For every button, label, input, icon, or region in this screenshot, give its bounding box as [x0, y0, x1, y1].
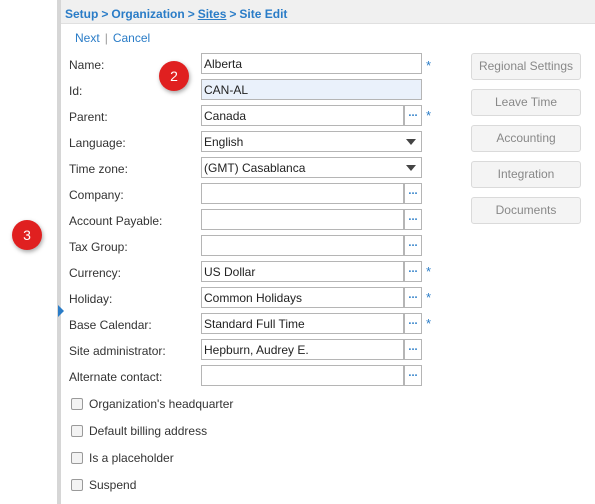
timezone-label: Time zone: — [69, 162, 128, 176]
suspend-checkbox[interactable] — [71, 479, 83, 491]
currency-lookup-button[interactable]: ... — [404, 261, 422, 282]
site-administrator-label: Site administrator: — [69, 344, 166, 358]
alternate-contact-lookup-button[interactable]: ... — [404, 365, 422, 386]
holiday-field[interactable]: Common Holidays — [201, 287, 404, 308]
placeholder-label: Is a placeholder — [89, 451, 174, 465]
breadcrumb-organization[interactable]: Organization — [111, 7, 184, 21]
language-select[interactable]: English — [201, 131, 422, 152]
chevron-down-icon — [406, 165, 416, 171]
company-lookup-button[interactable]: ... — [404, 183, 422, 204]
breadcrumb-separator: > — [229, 7, 237, 21]
regional-settings-button[interactable]: Regional Settings — [471, 53, 581, 80]
language-label: Language: — [69, 136, 126, 150]
account-payable-lookup-button[interactable]: ... — [404, 209, 422, 230]
base-calendar-field[interactable]: Standard Full Time — [201, 313, 404, 334]
breadcrumb-sites[interactable]: Sites — [198, 7, 227, 21]
currency-required-marker: * — [426, 264, 432, 279]
step-badge-2: 2 — [159, 61, 189, 91]
breadcrumb-separator: > — [101, 7, 109, 21]
headquarter-checkbox-row[interactable]: Organization's headquarter — [71, 397, 233, 411]
tax-group-field[interactable] — [201, 235, 404, 256]
base-calendar-label: Base Calendar: — [69, 318, 152, 332]
account-payable-label: Account Payable: — [69, 214, 163, 228]
holiday-label: Holiday: — [69, 292, 113, 306]
suspend-checkbox-row[interactable]: Suspend — [71, 478, 136, 492]
parent-field[interactable]: Canada — [201, 105, 404, 126]
base-calendar-required-marker: * — [426, 316, 432, 331]
name-label: Name: — [69, 58, 105, 72]
accounting-button[interactable]: Accounting — [471, 125, 581, 152]
alternate-contact-field[interactable] — [201, 365, 404, 386]
base-calendar-lookup-button[interactable]: ... — [404, 313, 422, 334]
company-label: Company: — [69, 188, 124, 202]
account-payable-field[interactable] — [201, 209, 404, 230]
parent-label: Parent: — [69, 110, 108, 124]
name-field[interactable]: Alberta — [201, 53, 422, 74]
parent-lookup-button[interactable]: ... — [404, 105, 422, 126]
id-field[interactable]: CAN-AL — [201, 79, 422, 100]
left-panel — [0, 0, 57, 504]
billing-label: Default billing address — [89, 424, 208, 438]
cancel-link[interactable]: Cancel — [113, 31, 150, 45]
site-administrator-field[interactable]: Hepburn, Audrey E. — [201, 339, 404, 360]
breadcrumb-current: Site Edit — [239, 7, 288, 21]
leave-time-button[interactable]: Leave Time — [471, 89, 581, 116]
company-field[interactable] — [201, 183, 404, 204]
name-required-marker: * — [426, 58, 432, 73]
breadcrumb-separator: > — [187, 7, 195, 21]
timezone-value: (GMT) Casablanca — [204, 161, 306, 175]
documents-button[interactable]: Documents — [471, 197, 581, 224]
currency-label: Currency: — [69, 266, 122, 280]
link-separator: | — [104, 31, 108, 45]
headquarter-checkbox[interactable] — [71, 398, 83, 410]
currency-field[interactable]: US Dollar — [201, 261, 404, 282]
holiday-required-marker: * — [426, 290, 432, 305]
panel-splitter[interactable] — [57, 0, 61, 504]
step-badge-3: 3 — [12, 220, 42, 250]
tax-group-lookup-button[interactable]: ... — [404, 235, 422, 256]
placeholder-checkbox-row[interactable]: Is a placeholder — [71, 451, 174, 465]
collapse-arrow-icon[interactable] — [58, 305, 64, 317]
timezone-select[interactable]: (GMT) Casablanca — [201, 157, 422, 178]
billing-checkbox[interactable] — [71, 425, 83, 437]
alternate-contact-label: Alternate contact: — [69, 370, 163, 384]
next-link[interactable]: Next — [75, 31, 100, 45]
chevron-down-icon — [406, 139, 416, 145]
id-label: Id: — [69, 84, 83, 98]
billing-checkbox-row[interactable]: Default billing address — [71, 424, 207, 438]
breadcrumb: Setup > Organization > Sites > Site Edit — [61, 0, 595, 24]
parent-required-marker: * — [426, 108, 432, 123]
site-administrator-lookup-button[interactable]: ... — [404, 339, 422, 360]
integration-button[interactable]: Integration — [471, 161, 581, 188]
headquarter-label: Organization's headquarter — [89, 397, 234, 411]
holiday-lookup-button[interactable]: ... — [404, 287, 422, 308]
language-value: English — [204, 135, 244, 149]
suspend-label: Suspend — [89, 478, 137, 492]
tax-group-label: Tax Group: — [69, 240, 128, 254]
action-links: Next | Cancel — [75, 31, 150, 45]
breadcrumb-setup[interactable]: Setup — [65, 7, 98, 21]
placeholder-checkbox[interactable] — [71, 452, 83, 464]
